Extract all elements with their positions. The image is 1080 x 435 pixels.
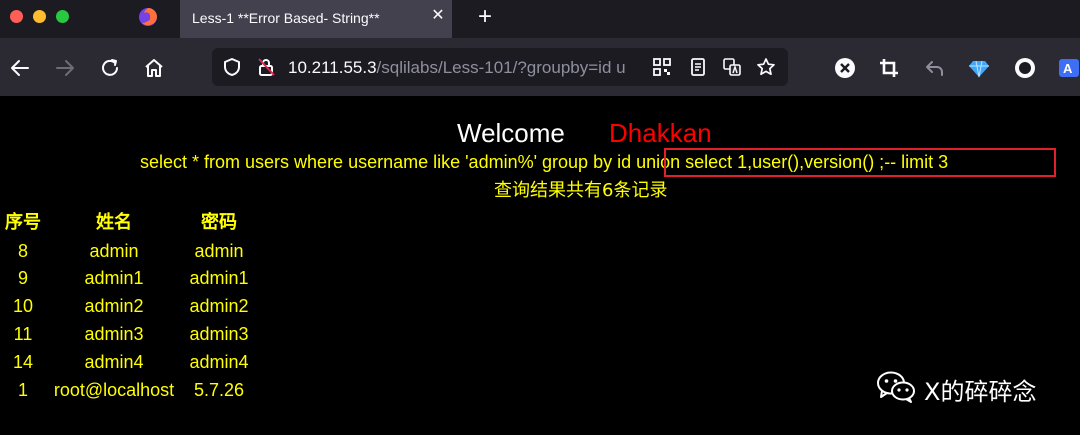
- header-id: 序号: [5, 212, 41, 233]
- firefox-icon[interactable]: [138, 7, 158, 27]
- window-close-button[interactable]: [10, 10, 23, 23]
- cell-username: admin: [89, 241, 139, 261]
- cell-password: admin1: [189, 268, 249, 288]
- watermark-text: X的碎碎念: [924, 378, 1037, 406]
- name-text: Dhakkan: [609, 118, 712, 148]
- bookmark-star-icon[interactable]: [756, 57, 776, 77]
- cell-password: 5.7.26: [193, 380, 245, 400]
- cell-password: admin3: [189, 324, 249, 344]
- cell-id: 1: [17, 380, 28, 400]
- crop-icon[interactable]: [878, 57, 900, 79]
- url-path: /sqlilabs/Less-101/?groupby=id u: [376, 58, 626, 77]
- header-name: 姓名: [96, 212, 132, 233]
- navigation-bar: 10.211.55.3/sqlilabs/Less-101/?groupby=i…: [0, 38, 1080, 96]
- home-icon[interactable]: [143, 57, 165, 79]
- forward-icon[interactable]: [54, 57, 76, 79]
- cell-id: 11: [13, 324, 33, 344]
- insecure-lock-icon[interactable]: [256, 57, 276, 77]
- cell-password: admin2: [189, 296, 249, 316]
- tab-bar: Less-1 **Error Based- String** ✕ +: [0, 0, 1080, 38]
- page-content: Welcome Dhakkan select * from users wher…: [0, 96, 1080, 435]
- cell-username: admin1: [84, 268, 144, 288]
- tab-active[interactable]: Less-1 **Error Based- String** ✕: [180, 0, 452, 38]
- diamond-icon[interactable]: [968, 57, 990, 79]
- cell-id: 10: [12, 296, 34, 316]
- header-password: 密码: [201, 212, 237, 233]
- cell-username: admin3: [84, 324, 144, 344]
- window-minimize-button[interactable]: [33, 10, 46, 23]
- cell-id: 8: [17, 241, 28, 261]
- welcome-text: Welcome: [457, 118, 565, 148]
- tab-title: Less-1 **Error Based- String**: [192, 10, 380, 26]
- new-tab-button[interactable]: +: [474, 5, 496, 29]
- cell-password: admin4: [189, 352, 249, 372]
- undo-icon[interactable]: [924, 57, 946, 79]
- extension-x-icon[interactable]: [834, 57, 856, 79]
- cell-id: 14: [12, 352, 34, 372]
- shield-icon[interactable]: [222, 57, 242, 77]
- translate-icon[interactable]: [722, 57, 742, 77]
- back-icon[interactable]: [9, 57, 31, 79]
- cell-password: admin: [194, 241, 244, 261]
- cell-id: 9: [17, 268, 28, 288]
- reload-icon[interactable]: [99, 57, 121, 79]
- reader-view-icon[interactable]: [688, 57, 708, 77]
- highlight-box: [664, 148, 1056, 177]
- cell-username: admin2: [84, 296, 144, 316]
- svg-text:A: A: [1063, 61, 1073, 76]
- url-text[interactable]: 10.211.55.3/sqlilabs/Less-101/?groupby=i…: [288, 58, 646, 78]
- address-bar[interactable]: 10.211.55.3/sqlilabs/Less-101/?groupby=i…: [212, 48, 788, 86]
- window-zoom-button[interactable]: [56, 10, 69, 23]
- tab-close-icon[interactable]: ✕: [430, 8, 446, 24]
- cell-username: root@localhost: [53, 380, 175, 400]
- qr-code-icon[interactable]: [652, 57, 672, 77]
- wechat-icon: [877, 371, 915, 403]
- cell-username: admin4: [84, 352, 144, 372]
- circle-extension-icon[interactable]: [1014, 57, 1036, 79]
- translator-extension-icon[interactable]: A: [1058, 57, 1080, 79]
- result-count: 查询结果共有6条记录: [494, 180, 668, 201]
- url-host: 10.211.55.3: [288, 58, 377, 77]
